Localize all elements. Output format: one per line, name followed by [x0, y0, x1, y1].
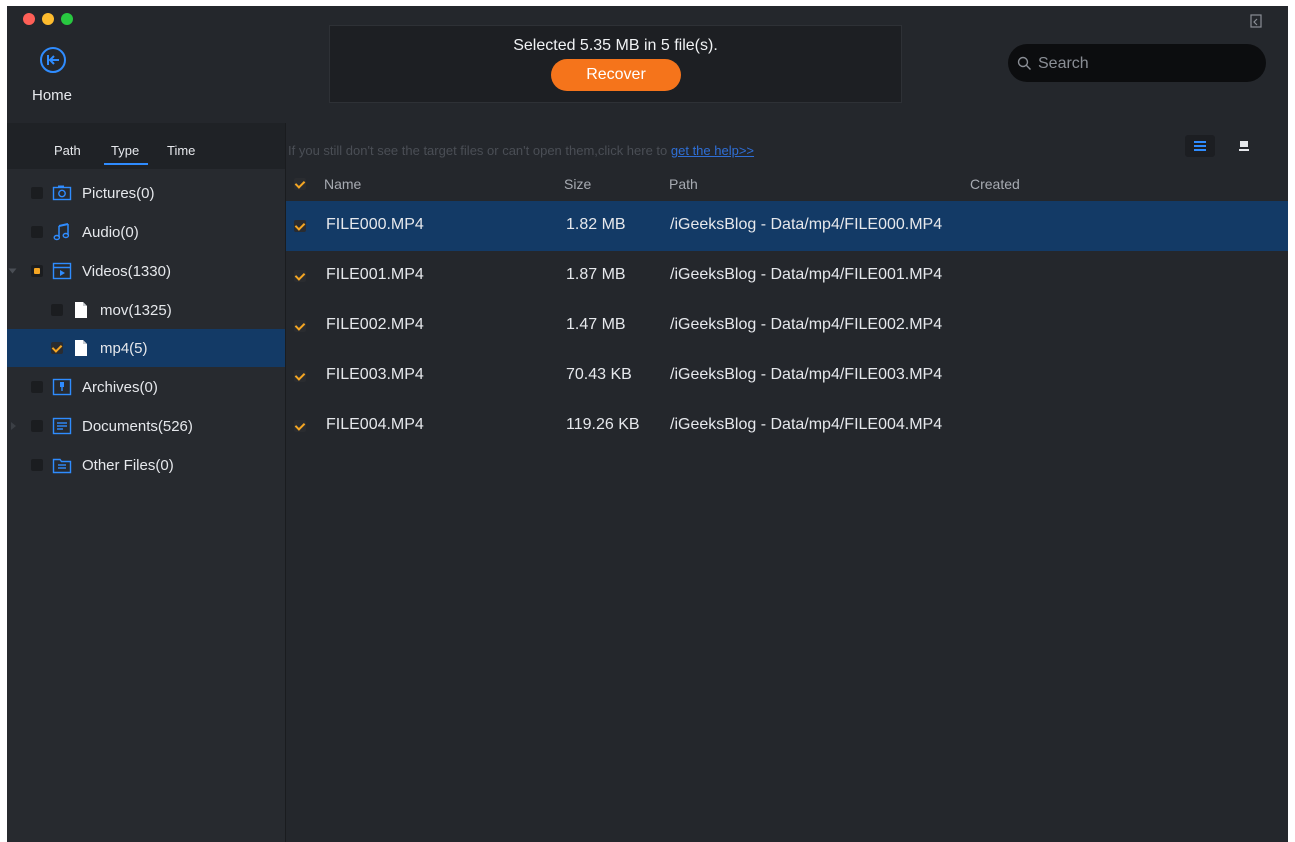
column-name[interactable]: Name: [324, 176, 361, 192]
file-path: /iGeeksBlog - Data/mp4/FILE000.MP4: [670, 216, 943, 233]
minimize-window-button[interactable]: [42, 13, 54, 25]
recover-banner: Selected 5.35 MB in 5 file(s). Recover: [329, 25, 902, 103]
row-checkbox[interactable]: [294, 220, 306, 232]
file-size: 70.43 KB: [566, 366, 632, 383]
table-row[interactable]: FILE001.MP4 1.87 MB /iGeeksBlog - Data/m…: [286, 251, 1288, 301]
help-link[interactable]: get the help>>: [671, 143, 754, 158]
file-size: 1.47 MB: [566, 316, 626, 333]
document-icon: [52, 417, 72, 435]
checkbox[interactable]: [31, 265, 43, 277]
file-size: 119.26 KB: [566, 416, 640, 433]
app-window: Home Selected 5.35 MB in 5 file(s). Reco…: [7, 6, 1288, 842]
camera-icon: [52, 185, 72, 201]
sidebar-item-label: Pictures(0): [82, 185, 155, 202]
table-row[interactable]: FILE000.MP4 1.82 MB /iGeeksBlog - Data/m…: [286, 201, 1288, 251]
list-view-button[interactable]: [1185, 135, 1215, 157]
file-name: FILE001.MP4: [326, 266, 424, 283]
search-box[interactable]: [1008, 44, 1266, 82]
file-name: FILE002.MP4: [326, 316, 424, 333]
recover-button[interactable]: Recover: [551, 59, 681, 91]
home-button[interactable]: Home: [29, 44, 89, 108]
row-checkbox[interactable]: [294, 370, 306, 382]
tab-path[interactable]: Path: [54, 143, 81, 158]
file-size: 1.82 MB: [566, 216, 626, 233]
column-path[interactable]: Path: [669, 176, 698, 192]
file-name: FILE000.MP4: [326, 216, 424, 233]
sidebar-item-videos[interactable]: Videos(1330): [7, 252, 285, 290]
search-input[interactable]: [1036, 51, 1260, 77]
sidebar-item-documents[interactable]: Documents(526): [7, 407, 285, 445]
checkbox[interactable]: [31, 459, 43, 471]
file-name: FILE004.MP4: [326, 416, 424, 433]
file-name: FILE003.MP4: [326, 366, 424, 383]
sidebar-item-audio[interactable]: Audio(0): [7, 213, 285, 251]
sidebar-item-label: Documents(526): [82, 418, 193, 435]
sidebar-item-pictures[interactable]: Pictures(0): [7, 174, 285, 212]
file-icon: [75, 302, 87, 318]
table-row[interactable]: FILE003.MP4 70.43 KB /iGeeksBlog - Data/…: [286, 351, 1288, 401]
file-size: 1.87 MB: [566, 266, 626, 283]
sidebar-item-label: Audio(0): [82, 224, 139, 241]
checkbox[interactable]: [31, 226, 43, 238]
close-window-button[interactable]: [23, 13, 35, 25]
folder-icon: [52, 458, 72, 474]
table-row[interactable]: FILE004.MP4 119.26 KB /iGeeksBlog - Data…: [286, 401, 1288, 451]
sidebar-item-label: Archives(0): [82, 379, 158, 396]
expand-arrow-icon[interactable]: [8, 268, 17, 274]
tab-time[interactable]: Time: [167, 143, 195, 158]
sidebar-item-archives[interactable]: Archives(0): [7, 368, 285, 406]
row-checkbox[interactable]: [294, 320, 306, 332]
select-all-checkbox[interactable]: [294, 178, 306, 190]
back-arrow-icon: [40, 47, 66, 73]
table-header: Name Size Path Created: [286, 168, 1288, 200]
sidebar-tabs: Path Type Time: [7, 123, 285, 169]
sidebar-item-label: Other Files(0): [82, 457, 174, 474]
column-size[interactable]: Size: [564, 176, 591, 192]
checkbox[interactable]: [51, 304, 63, 316]
zoom-window-button[interactable]: [61, 13, 73, 25]
checkbox[interactable]: [51, 342, 63, 354]
row-checkbox[interactable]: [294, 420, 306, 432]
music-note-icon: [53, 223, 70, 241]
file-path: /iGeeksBlog - Data/mp4/FILE001.MP4: [670, 266, 943, 283]
row-checkbox[interactable]: [294, 270, 306, 282]
preview-view-icon: [1239, 141, 1249, 151]
checkbox[interactable]: [31, 420, 43, 432]
selection-summary: Selected 5.35 MB in 5 file(s).: [513, 37, 718, 54]
archive-icon: [52, 378, 72, 396]
help-hint: If you still don't see the target files …: [288, 143, 754, 158]
expand-arrow-icon[interactable]: [11, 422, 16, 430]
sidebar-item-label: mov(1325): [100, 302, 172, 319]
help-hint-text: If you still don't see the target files …: [288, 143, 671, 158]
checkbox[interactable]: [31, 381, 43, 393]
table-row[interactable]: FILE002.MP4 1.47 MB /iGeeksBlog - Data/m…: [286, 301, 1288, 351]
sidebar-item-mov[interactable]: mov(1325): [7, 291, 285, 329]
exit-icon[interactable]: [1248, 13, 1264, 29]
search-icon: [1017, 56, 1031, 70]
sidebar-item-other-files[interactable]: Other Files(0): [7, 446, 285, 484]
list-view-icon: [1194, 141, 1206, 151]
preview-view-button[interactable]: [1229, 135, 1259, 157]
sidebar-item-label: mp4(5): [100, 340, 148, 357]
sidebar-item-label: Videos(1330): [82, 263, 171, 280]
toolbar: Home Selected 5.35 MB in 5 file(s). Reco…: [7, 6, 1288, 123]
file-path: /iGeeksBlog - Data/mp4/FILE002.MP4: [670, 316, 943, 333]
file-path: /iGeeksBlog - Data/mp4/FILE003.MP4: [670, 366, 943, 383]
checkbox[interactable]: [31, 187, 43, 199]
column-created[interactable]: Created: [970, 176, 1020, 192]
home-label: Home: [32, 87, 73, 104]
tab-type[interactable]: Type: [103, 143, 149, 165]
file-icon: [75, 340, 87, 356]
sidebar: Path Type Time Pictures(0) Audio(0) Vide…: [7, 123, 286, 842]
video-folder-icon: [52, 262, 72, 280]
file-path: /iGeeksBlog - Data/mp4/FILE004.MP4: [670, 416, 943, 433]
sidebar-item-mp4[interactable]: mp4(5): [7, 329, 285, 367]
